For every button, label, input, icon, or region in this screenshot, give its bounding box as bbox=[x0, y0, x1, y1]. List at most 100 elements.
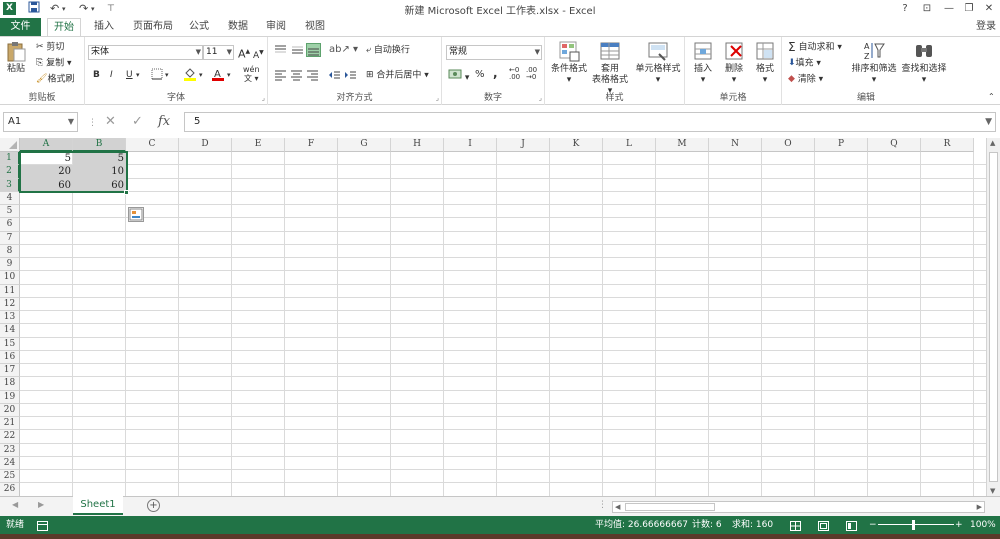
scroll-left-icon[interactable]: ◀ bbox=[615, 502, 620, 512]
fill-color-dropdown-icon[interactable]: ▾ bbox=[199, 69, 203, 81]
tab-view[interactable]: 视图 bbox=[299, 18, 331, 36]
vertical-scrollbar[interactable]: ▲ ▼ bbox=[986, 138, 1000, 496]
cell-styles-button[interactable]: 单元格样式 ▾ bbox=[633, 40, 683, 86]
login-link[interactable]: 登录 bbox=[976, 18, 996, 36]
decrease-indent-button[interactable] bbox=[328, 69, 341, 85]
column-header-q[interactable]: Q bbox=[868, 138, 921, 152]
autosum-button[interactable]: Σ 自动求和 ▾ bbox=[788, 41, 842, 54]
column-header-e[interactable]: E bbox=[232, 138, 285, 152]
number-dialog-launcher-icon[interactable]: ⌟ bbox=[539, 92, 542, 104]
italic-button[interactable]: I bbox=[110, 69, 113, 81]
name-box[interactable]: A1 ▼ bbox=[3, 112, 78, 132]
find-select-button[interactable]: 查找和选择 ▾ bbox=[900, 40, 948, 86]
border-dropdown-icon[interactable]: ▾ bbox=[165, 69, 169, 81]
row-header-19[interactable]: 19 bbox=[0, 390, 20, 404]
column-header-d[interactable]: D bbox=[179, 138, 232, 152]
border-button[interactable] bbox=[151, 68, 163, 84]
grow-font-button[interactable]: A▲ bbox=[238, 46, 250, 61]
align-bottom-button[interactable] bbox=[306, 43, 321, 57]
zoom-out-button[interactable]: − bbox=[869, 516, 877, 534]
row-header-22[interactable]: 22 bbox=[0, 430, 20, 444]
tab-page-layout[interactable]: 页面布局 bbox=[127, 18, 179, 36]
insert-cells-button[interactable]: 插入 ▾ bbox=[689, 40, 717, 86]
underline-button[interactable]: U bbox=[126, 69, 133, 81]
paste-button[interactable]: 粘贴 bbox=[4, 40, 28, 75]
row-header-6[interactable]: 6 bbox=[0, 218, 20, 232]
cancel-icon[interactable]: ✕ bbox=[105, 114, 116, 130]
shrink-font-button[interactable]: A▼ bbox=[253, 47, 264, 62]
horizontal-scroll-thumb[interactable] bbox=[625, 503, 715, 511]
worksheet-grid[interactable]: A B C D E F G H I J K L M N O P Q R 1 2 3 4 5 6 7 8 9 10 11 12 13 14 15 1… bbox=[0, 138, 986, 496]
conditional-format-button[interactable]: 条件格式 ▾ bbox=[549, 40, 589, 86]
clear-button[interactable]: ◆ 清除 ▾ bbox=[788, 73, 823, 86]
close-button[interactable]: ✕ bbox=[980, 1, 998, 17]
fill-color-button[interactable] bbox=[183, 67, 197, 85]
wrap-text-button[interactable]: ⤶ 自动换行 bbox=[366, 44, 410, 57]
orientation-button[interactable]: ab↗ ▾ bbox=[329, 44, 358, 56]
row-header-20[interactable]: 20 bbox=[0, 403, 20, 418]
help-button[interactable]: ? bbox=[896, 1, 914, 17]
enter-icon[interactable]: ✓ bbox=[132, 114, 143, 130]
column-header-b[interactable]: B bbox=[73, 138, 126, 152]
delete-cells-button[interactable]: 删除 ▾ bbox=[720, 40, 748, 86]
row-header-23[interactable]: 23 bbox=[0, 443, 20, 457]
next-sheet-icon[interactable]: ▶ bbox=[38, 500, 44, 509]
column-header-o[interactable]: O bbox=[762, 138, 815, 152]
merge-center-button[interactable]: ⊞ 合并后居中 ▾ bbox=[366, 69, 429, 82]
increase-decimal-button[interactable]: ←0.00 bbox=[509, 67, 520, 81]
format-cells-button[interactable]: 格式 ▾ bbox=[751, 40, 779, 86]
tab-file[interactable]: 文件 bbox=[0, 18, 41, 36]
format-as-table-button[interactable]: 套用 表格格式 ▾ bbox=[589, 40, 631, 97]
increase-indent-button[interactable] bbox=[344, 69, 357, 85]
column-header-k[interactable]: K bbox=[550, 138, 603, 152]
minimize-button[interactable]: — bbox=[940, 1, 958, 17]
split-handle-icon[interactable]: ⋮ bbox=[598, 500, 607, 510]
column-header-n[interactable]: N bbox=[709, 138, 762, 152]
column-header-i[interactable]: I bbox=[444, 138, 497, 152]
column-header-g[interactable]: G bbox=[338, 138, 391, 152]
row-header-11[interactable]: 11 bbox=[0, 284, 20, 298]
row-header-12[interactable]: 12 bbox=[0, 297, 20, 312]
sort-filter-button[interactable]: AZ 排序和筛选 ▾ bbox=[850, 40, 898, 86]
formula-input[interactable]: 5 ▼ bbox=[184, 112, 996, 132]
comma-button[interactable]: , bbox=[493, 67, 498, 79]
decrease-decimal-button[interactable]: .00 →0 bbox=[526, 67, 537, 81]
column-header-c[interactable]: C bbox=[126, 138, 179, 152]
font-size-combo[interactable]: 11 ▼ bbox=[203, 45, 234, 60]
zoom-slider-thumb[interactable] bbox=[912, 520, 915, 530]
column-header-m[interactable]: M bbox=[656, 138, 709, 152]
copy-button[interactable]: ⎘ 复制 ▾ bbox=[36, 57, 71, 70]
row-header-2[interactable]: 2 bbox=[0, 165, 20, 179]
row-header-13[interactable]: 13 bbox=[0, 311, 20, 325]
scroll-down-icon[interactable]: ▼ bbox=[990, 487, 995, 495]
tab-home[interactable]: 开始 bbox=[47, 18, 81, 37]
column-header-p[interactable]: P bbox=[815, 138, 868, 152]
zoom-in-button[interactable]: + bbox=[955, 516, 963, 534]
row-header-21[interactable]: 21 bbox=[0, 417, 20, 431]
underline-dropdown-icon[interactable]: ▾ bbox=[136, 69, 140, 81]
tab-formulas[interactable]: 公式 bbox=[183, 18, 215, 36]
font-color-dropdown-icon[interactable]: ▾ bbox=[227, 69, 231, 81]
cut-button[interactable]: ✂ 剪切 bbox=[36, 41, 64, 54]
row-header-7[interactable]: 7 bbox=[0, 231, 20, 245]
quick-analysis-button[interactable] bbox=[128, 206, 144, 222]
font-color-button[interactable]: A bbox=[211, 67, 225, 85]
number-format-combo[interactable]: 常规 ▼ bbox=[446, 45, 542, 60]
tab-review[interactable]: 审阅 bbox=[260, 18, 292, 36]
vertical-scroll-thumb[interactable] bbox=[989, 152, 998, 482]
column-header-l[interactable]: L bbox=[603, 138, 656, 152]
column-header-r[interactable]: R bbox=[921, 138, 974, 152]
insert-function-button[interactable]: fx bbox=[158, 114, 170, 130]
sheet-tab-sheet1[interactable]: Sheet1 bbox=[73, 496, 123, 515]
row-header-8[interactable]: 8 bbox=[0, 244, 20, 259]
tab-data[interactable]: 数据 bbox=[222, 18, 254, 36]
select-all-button[interactable] bbox=[0, 138, 20, 152]
row-header-26[interactable]: 26 bbox=[0, 483, 20, 496]
align-middle-button[interactable] bbox=[291, 44, 304, 60]
align-center-button[interactable] bbox=[290, 69, 303, 85]
scroll-right-icon[interactable]: ▶ bbox=[977, 502, 982, 512]
row-header-3[interactable]: 3 bbox=[0, 178, 20, 192]
expand-formula-bar-icon[interactable]: ▼ bbox=[985, 113, 992, 131]
column-header-h[interactable]: H bbox=[391, 138, 444, 152]
percent-button[interactable]: % bbox=[475, 69, 485, 81]
